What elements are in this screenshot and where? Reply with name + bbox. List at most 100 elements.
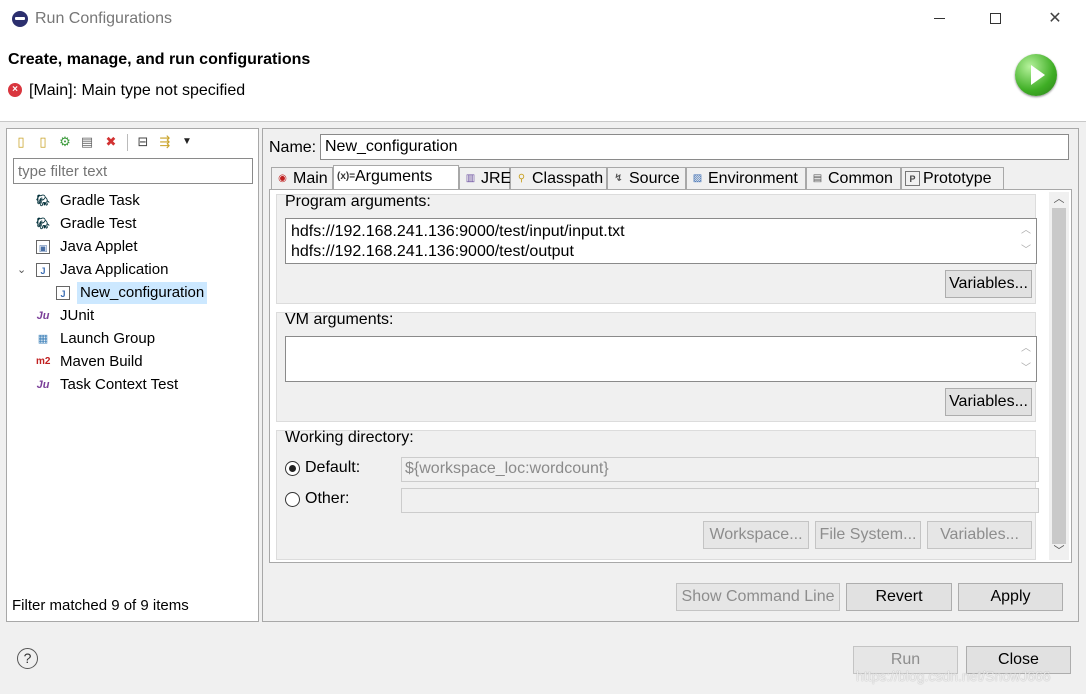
new-config-icon[interactable]: ▯ — [13, 134, 29, 150]
tree-item-label: Gradle Test — [60, 215, 137, 232]
dialog-header: Create, manage, and run configurations ×… — [0, 38, 1086, 122]
tab-main[interactable]: ◉ Main — [271, 167, 333, 189]
tab-label: Environment — [708, 170, 798, 187]
header-message: [Main]: Main type not specified — [29, 82, 246, 99]
eclipse-icon — [12, 11, 28, 27]
program-argument-line: hdfs://192.168.241.136:9000/test/output — [291, 243, 574, 260]
error-icon: × — [8, 83, 22, 97]
arguments-form: Program arguments: hdfs://192.168.241.13… — [274, 193, 1044, 560]
scroll-up-icon[interactable]: ︿ — [1049, 192, 1069, 206]
classpath-icon: ⚲ — [517, 173, 526, 184]
filter-input[interactable] — [13, 158, 253, 184]
revert-button[interactable]: Revert — [846, 583, 952, 611]
jre-icon: ▥ — [465, 173, 476, 184]
watermark: https://blog.csdn.net/SnowJ666 — [856, 668, 1051, 684]
minimize-icon — [933, 18, 945, 20]
tree-item-label: JUnit — [60, 307, 95, 324]
filter-icon[interactable]: ⇶ — [157, 134, 173, 150]
config-editor-panel: Name: New_configuration ◉ Main (x)= Argu… — [262, 128, 1079, 622]
arguments-tab-content: Program arguments: hdfs://192.168.241.13… — [269, 189, 1072, 563]
common-icon: ▤ — [812, 173, 823, 184]
collapse-all-icon[interactable]: ⊟ — [135, 134, 151, 150]
vm-variables-button[interactable]: Variables... — [945, 388, 1032, 416]
program-argument-line: hdfs://192.168.241.136:9000/test/input/i… — [291, 223, 625, 240]
other-label: Other: — [305, 490, 350, 507]
gradle-icon: 🐘︎ — [36, 218, 50, 230]
file-system-button[interactable]: File System... — [815, 521, 921, 549]
tree-item-label: Maven Build — [60, 353, 143, 370]
vm-arguments-group: VM arguments: ︿ ﹀ Variables... — [276, 311, 1037, 422]
arguments-icon: (x)= — [337, 171, 356, 182]
tree-item-label: Java Applet — [60, 238, 138, 255]
duplicate-icon[interactable]: ▤ — [79, 134, 95, 150]
maximize-icon — [989, 13, 1001, 25]
working-directory-label: Working directory: — [285, 429, 414, 446]
working-directory-group: Working directory: Default: ${workspace_… — [276, 429, 1039, 560]
maximize-button[interactable] — [970, 0, 1020, 38]
tree-item-label: New_configuration — [77, 282, 208, 304]
tree-item-label: Gradle Task — [60, 192, 140, 209]
delete-icon[interactable]: ✖ — [103, 134, 119, 150]
tab-label: Classpath — [532, 170, 604, 187]
tab-label: Prototype — [923, 170, 992, 187]
textarea-scrollbar[interactable]: ︿ ﹀ — [1018, 221, 1034, 263]
task-context-icon: Ju — [36, 379, 50, 391]
tree-item-label: Java Application — [60, 261, 169, 278]
textarea-scrollbar[interactable]: ︿ ﹀ — [1018, 339, 1034, 381]
tab-label: Source — [629, 170, 680, 187]
program-arguments-group: Program arguments: hdfs://192.168.241.13… — [276, 193, 1037, 304]
workspace-button[interactable]: Workspace... — [703, 521, 809, 549]
source-icon: ↯ — [614, 173, 623, 184]
tab-label: Arguments — [355, 168, 433, 185]
launch-group-icon: ▦ — [37, 333, 49, 345]
gradle-icon: 🐘︎ — [36, 195, 50, 207]
vm-arguments-label: VM arguments: — [285, 311, 394, 328]
show-command-line-button[interactable]: Show Command Line — [676, 583, 840, 611]
name-field[interactable]: New_configuration — [320, 134, 1069, 160]
scrollbar-thumb[interactable] — [1052, 208, 1066, 544]
close-window-button[interactable]: ✕ — [1030, 0, 1080, 38]
tab-label: JRE — [481, 170, 512, 187]
main-icon: ◉ — [278, 173, 287, 184]
tab-environment[interactable]: ▨ Environment — [686, 167, 806, 189]
tab-classpath[interactable]: ⚲ Classpath — [510, 167, 607, 189]
other-radio[interactable] — [285, 492, 300, 507]
scroll-down-icon[interactable]: ﹀ — [1049, 544, 1069, 558]
view-menu-icon[interactable]: ▼ — [179, 134, 195, 150]
config-list-panel: ▯ ▯ ⚙ ▤ ✖ ⊟ ⇶ ▼ 🐘︎ Gradle Task 🐘︎ Gradle… — [6, 128, 259, 622]
vm-arguments-field[interactable]: ︿ ﹀ — [285, 336, 1037, 382]
header-title: Create, manage, and run configurations — [8, 51, 311, 68]
apply-button[interactable]: Apply — [958, 583, 1063, 611]
java-config-icon: J — [56, 286, 70, 300]
environment-icon: ▨ — [692, 173, 703, 184]
minimize-button[interactable] — [914, 0, 964, 38]
help-icon[interactable]: ? — [17, 648, 38, 669]
export-icon[interactable]: ⚙ — [57, 134, 73, 150]
java-app-icon: J — [36, 263, 50, 277]
other-directory-field[interactable] — [401, 488, 1039, 513]
default-radio[interactable] — [285, 461, 300, 476]
tab-label: Main — [293, 170, 328, 187]
default-label: Default: — [305, 459, 361, 476]
working-variables-button[interactable]: Variables... — [927, 521, 1032, 549]
close-icon: ✕ — [1048, 10, 1062, 27]
tab-jre[interactable]: ▥ JRE — [459, 167, 512, 189]
filter-status: Filter matched 9 of 9 items — [12, 597, 189, 614]
name-label: Name: — [269, 139, 317, 156]
tree-item-label: Launch Group — [60, 330, 156, 347]
toolbar-separator — [127, 134, 128, 151]
program-variables-button[interactable]: Variables... — [945, 270, 1032, 298]
maven-icon: m2 — [36, 356, 51, 367]
tab-prototype[interactable]: P Prototype — [901, 167, 1004, 189]
tab-arguments[interactable]: (x)= Arguments — [333, 165, 459, 190]
chevron-down-icon[interactable]: ⌄ — [17, 263, 26, 276]
default-directory-field: ${workspace_loc:wordcount} — [401, 457, 1039, 482]
tab-label: Common — [828, 170, 893, 187]
tree-item-label: Task Context Test — [60, 376, 179, 393]
tab-scrollbar[interactable]: ︿ ﹀ — [1049, 192, 1069, 560]
tab-common[interactable]: ▤ Common — [806, 167, 901, 189]
program-arguments-field[interactable]: hdfs://192.168.241.136:9000/test/input/i… — [285, 218, 1037, 264]
new-prototype-icon[interactable]: ▯ — [35, 134, 51, 150]
tab-source[interactable]: ↯ Source — [607, 167, 686, 189]
program-arguments-label: Program arguments: — [285, 193, 431, 210]
